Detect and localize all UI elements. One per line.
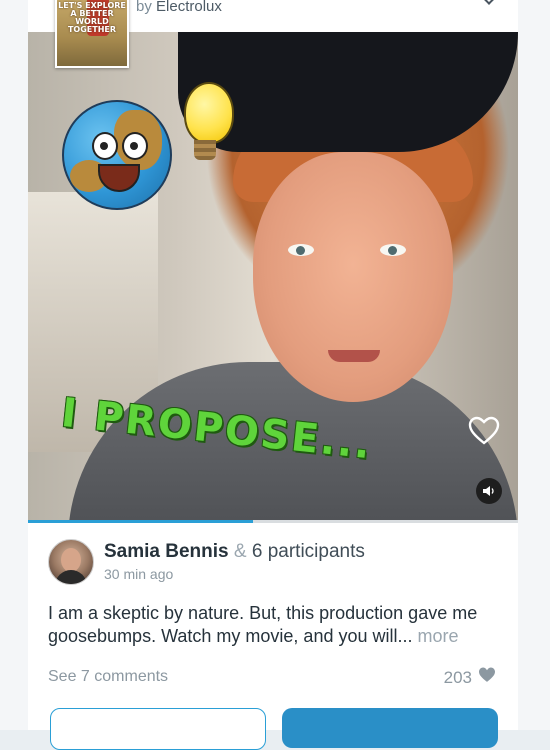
author-ampersand: &: [233, 541, 247, 562]
by-prefix: by: [136, 0, 152, 15]
heart-outline-icon[interactable]: [468, 416, 500, 446]
video-subject-eye: [288, 244, 314, 256]
heart-filled-icon: [478, 667, 496, 688]
avatar[interactable]: [48, 539, 94, 585]
left-gutter: [0, 0, 28, 730]
post-description: I am a skeptic by nature. But, this prod…: [48, 602, 498, 648]
sponsor-line: by Electrolux: [136, 0, 222, 15]
author-name[interactable]: Samia Bennis: [104, 541, 229, 562]
campaign-poster-thumbnail[interactable]: LET'S EXPLORE A BETTER WORLD TOGETHER: [55, 0, 129, 68]
more-link[interactable]: more: [418, 626, 459, 646]
speaker-icon[interactable]: [476, 478, 502, 504]
card-header: LET'S EXPLORE A BETTER WORLD TOGETHER by…: [28, 0, 518, 68]
poster-text: LET'S EXPLORE A BETTER WORLD TOGETHER: [58, 1, 126, 34]
post-description-text: I am a skeptic by nature. But, this prod…: [48, 603, 478, 646]
sponsor-brand[interactable]: Electrolux: [156, 0, 222, 15]
post-timestamp: 30 min ago: [104, 566, 174, 582]
video-player[interactable]: I PROPOSE...: [28, 32, 518, 520]
video-subject-cap: [178, 32, 518, 152]
secondary-action-button[interactable]: [50, 708, 266, 750]
video-subject-mouth: [328, 350, 380, 362]
video-subject-eye: [380, 244, 406, 256]
right-gutter: [518, 0, 550, 730]
video-progress-bar[interactable]: [28, 520, 518, 523]
lightbulb-base: [194, 140, 216, 160]
likes-count: 203: [443, 667, 472, 687]
participants-link[interactable]: 6 participants: [252, 541, 365, 562]
lightbulb-sticker-icon: [184, 82, 234, 144]
see-comments-link[interactable]: See 7 comments: [48, 668, 168, 686]
primary-action-button[interactable]: [282, 708, 498, 748]
earth-sticker-icon: [62, 100, 172, 210]
chevron-down-icon[interactable]: [479, 0, 499, 5]
video-subject-face: [253, 152, 453, 402]
likes-counter[interactable]: 203: [444, 667, 496, 688]
video-progress-fill: [28, 520, 254, 523]
author-line: Samia Bennis & 6 participants: [104, 541, 365, 563]
feed-card: LET'S EXPLORE A BETTER WORLD TOGETHER by…: [28, 0, 518, 750]
